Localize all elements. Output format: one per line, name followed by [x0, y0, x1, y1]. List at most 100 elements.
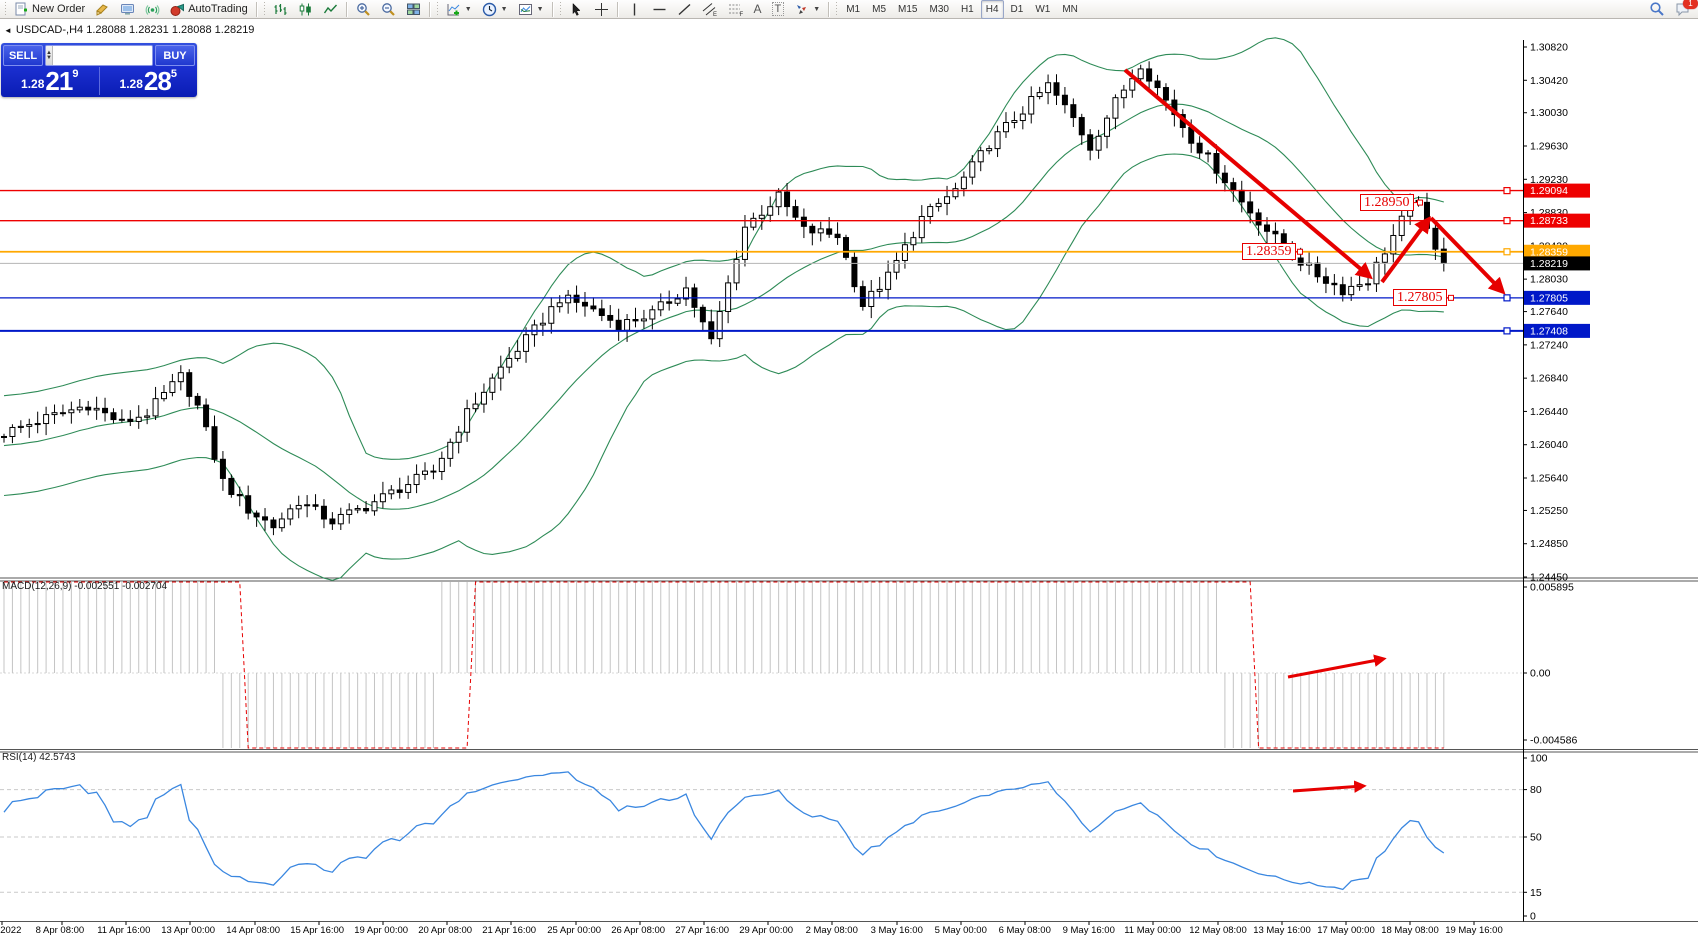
chart-area[interactable]: 1.308201.304201.300301.296301.292301.288… — [0, 0, 1698, 937]
svg-text:11 May 00:00: 11 May 00:00 — [1124, 925, 1181, 936]
svg-text:0.005895: 0.005895 — [1530, 582, 1574, 594]
new-order-button[interactable]: New Order — [10, 0, 89, 19]
buy-price-pip: 5 — [171, 68, 177, 80]
arrows-tool-button[interactable]: ▼ — [790, 0, 824, 19]
equidistant-channel-icon: E — [702, 2, 718, 17]
timeframe-button-h4[interactable]: H4 — [981, 0, 1004, 19]
timeframe-button-h1[interactable]: H1 — [956, 0, 979, 19]
template-icon — [518, 2, 533, 17]
fibonacci-tool-button[interactable]: F — [724, 0, 748, 19]
text-label-tool-button[interactable]: T — [768, 0, 789, 19]
toolbar-drag-handle[interactable] — [835, 2, 838, 16]
toolbar-drag-handle[interactable] — [436, 2, 439, 16]
add-indicator-icon — [446, 2, 461, 17]
svg-text:1.28733: 1.28733 — [1530, 215, 1568, 227]
sell-price-big: 21 — [45, 69, 72, 93]
zoom-out-icon — [381, 2, 396, 17]
svg-text:-0.004586: -0.004586 — [1530, 735, 1577, 747]
toolbar-drag-handle[interactable] — [559, 2, 562, 16]
svg-text:1.24850: 1.24850 — [1530, 538, 1568, 550]
terminal-button[interactable] — [116, 0, 139, 19]
toolbar-drag-handle[interactable] — [4, 2, 7, 16]
svg-text:1.26040: 1.26040 — [1530, 439, 1568, 451]
svg-text:1.29094: 1.29094 — [1530, 185, 1568, 197]
timeframe-button-d1[interactable]: D1 — [1006, 0, 1029, 19]
volume-spinner-down[interactable]: ▲▼ — [46, 46, 53, 65]
svg-text:27 Apr 16:00: 27 Apr 16:00 — [675, 925, 729, 936]
sell-price[interactable]: 1.28 21 9 — [1, 67, 100, 95]
templates-button[interactable]: ▼ — [514, 0, 548, 19]
svg-text:1.30030: 1.30030 — [1530, 107, 1568, 119]
timeframe-button-m30[interactable]: M30 — [924, 0, 953, 19]
autotrading-button[interactable]: AutoTrading — [166, 0, 252, 19]
search-button[interactable] — [1645, 0, 1669, 19]
macd-indicator-label: MACD(12,26,9) -0.002551 -0.002704 — [2, 581, 167, 592]
svg-text:25 Apr 00:00: 25 Apr 00:00 — [547, 925, 601, 936]
toolbar-drag-handle[interactable] — [263, 2, 266, 16]
terminal-icon — [120, 2, 135, 17]
notifications-button[interactable]: 1 — [1671, 0, 1695, 19]
price-chart[interactable]: 1.308201.304201.300301.296301.292301.288… — [0, 0, 1698, 937]
tile-windows-button[interactable] — [402, 0, 425, 19]
crosshair-icon — [594, 2, 609, 17]
svg-text:12 May 08:00: 12 May 08:00 — [1189, 925, 1247, 936]
new-order-icon — [14, 2, 29, 17]
svg-text:1.28030: 1.28030 — [1530, 274, 1568, 286]
fibonacci-icon: F — [728, 2, 744, 17]
periods-button[interactable]: ▼ — [478, 0, 512, 19]
search-icon — [1649, 1, 1665, 17]
timeframe-button-m5[interactable]: M5 — [867, 0, 891, 19]
timeframe-button-mn[interactable]: MN — [1057, 0, 1083, 19]
signals-button[interactable] — [141, 0, 164, 19]
candlestick-chart-button[interactable] — [294, 0, 317, 19]
buy-price[interactable]: 1.28 28 5 — [100, 67, 198, 95]
svg-text:1.26440: 1.26440 — [1530, 406, 1568, 418]
price-annotation-label[interactable]: 1.28950 — [1360, 194, 1414, 211]
timeframe-button-m15[interactable]: M15 — [893, 0, 922, 19]
one-click-trading-panel: SELL ▲▼ ▲ BUY 1.28 21 9 1.28 28 5 — [1, 43, 197, 97]
zoom-out-button[interactable] — [377, 0, 400, 19]
svg-text:1.27640: 1.27640 — [1530, 306, 1568, 318]
symbol-marker-icon: ◄ — [4, 26, 12, 35]
timeframe-button-w1[interactable]: W1 — [1030, 0, 1055, 19]
timeframe-button-m1[interactable]: M1 — [841, 0, 865, 19]
buy-button[interactable]: BUY — [155, 45, 195, 66]
svg-text:3 May 16:00: 3 May 16:00 — [871, 925, 923, 936]
cursor-icon — [569, 2, 584, 17]
price-annotation-label[interactable]: 1.27805 — [1393, 289, 1447, 306]
svg-text:20 Apr 08:00: 20 Apr 08:00 — [418, 925, 472, 936]
candlestick-chart-icon — [298, 2, 313, 17]
styler-button[interactable] — [91, 0, 114, 19]
tile-windows-icon — [406, 2, 421, 17]
zoom-in-button[interactable] — [352, 0, 375, 19]
svg-text:13 Apr 00:00: 13 Apr 00:00 — [161, 925, 215, 936]
cursor-tool-button[interactable] — [565, 0, 588, 19]
svg-text:F: F — [739, 12, 743, 17]
price-annotation-label[interactable]: 1.28359 — [1242, 243, 1296, 260]
line-chart-button[interactable] — [319, 0, 342, 19]
sell-button[interactable]: SELL — [3, 45, 43, 66]
autotrading-label: AutoTrading — [188, 3, 248, 15]
timeframe-toolbar: M1M5M15M30H1H4D1W1MN — [840, 0, 1084, 19]
autotrading-icon — [170, 2, 185, 17]
arrows-icon — [794, 2, 809, 17]
volume-input[interactable] — [53, 46, 153, 65]
bar-chart-button[interactable] — [269, 0, 292, 19]
dropdown-caret: ▼ — [501, 6, 508, 13]
dropdown-caret: ▼ — [813, 6, 820, 13]
dropdown-caret: ▼ — [465, 6, 472, 13]
crosshair-tool-button[interactable] — [590, 0, 613, 19]
text-tool-button[interactable]: A — [750, 0, 766, 19]
line-chart-icon — [323, 2, 338, 17]
wand-icon — [95, 2, 110, 17]
horizontal-line-tool-button[interactable] — [648, 0, 671, 19]
indicators-button[interactable]: ▼ — [442, 0, 476, 19]
buy-price-prefix: 1.28 — [120, 77, 143, 91]
svg-text:0: 0 — [1530, 911, 1536, 923]
channel-tool-button[interactable]: E — [698, 0, 722, 19]
svg-text:8 Apr 08:00: 8 Apr 08:00 — [36, 925, 85, 936]
new-order-label: New Order — [32, 3, 85, 15]
trendline-tool-button[interactable] — [673, 0, 696, 19]
vertical-line-tool-button[interactable] — [623, 0, 646, 19]
svg-text:1.26840: 1.26840 — [1530, 373, 1568, 385]
